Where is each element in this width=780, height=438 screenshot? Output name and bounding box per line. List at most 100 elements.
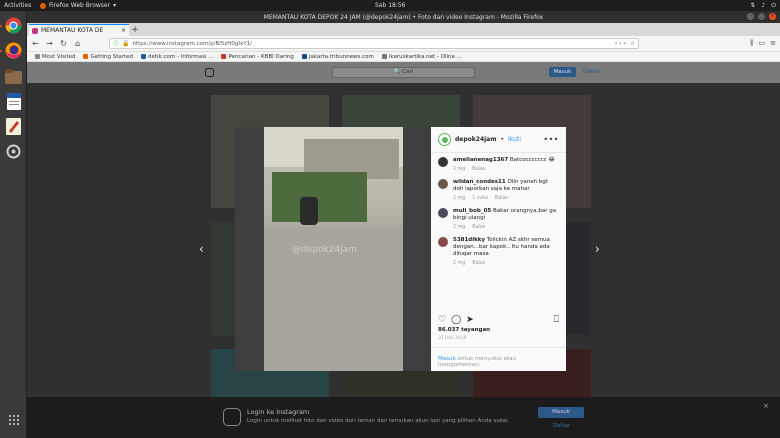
comments-list: amelianenag1367 Batcoccccccc 😂 2 mg Balas… — [431, 153, 566, 315]
bookmark-label: jakarta.tribunnews.com — [308, 53, 374, 60]
bookmark-item[interactable]: Pencarian - KBBI Daring — [221, 53, 294, 60]
avatar[interactable] — [438, 157, 448, 167]
activities-button[interactable]: Activities — [0, 2, 40, 9]
comment-time[interactable]: 2 mg — [453, 225, 465, 230]
reload-button[interactable]: ↻ — [59, 39, 68, 48]
instagram-logo-icon[interactable] — [205, 68, 214, 77]
bookmark-item[interactable]: Most Visited — [35, 54, 75, 60]
bookmark-label: Pencarian - KBBI Daring — [228, 53, 294, 60]
post-header: depok24jam • Ikuti ••• — [431, 127, 566, 153]
banner-login-button[interactable]: Masuk — [538, 407, 584, 418]
bookmarks-toolbar: Most Visited Getting Started detik.com -… — [27, 52, 780, 62]
previous-post-arrow-icon[interactable]: ‹ — [199, 242, 204, 256]
comment-text: Batcoccccccc 😂 — [509, 157, 555, 163]
system-tray[interactable]: ⇅ ♪ ⏻ — [750, 2, 776, 10]
new-tab-button[interactable]: + — [129, 24, 141, 36]
tab-strip: MEMANTAU KOTA DE × + — [27, 23, 780, 36]
avatar[interactable] — [438, 133, 451, 146]
bookmark-label: Getting Started — [90, 53, 134, 60]
show-applications-icon[interactable] — [3, 409, 24, 430]
avatar[interactable] — [438, 237, 448, 247]
reply-link[interactable]: Balas — [472, 225, 485, 230]
reply-link[interactable]: Balas — [472, 261, 485, 266]
bookmark-item[interactable]: Getting Started — [83, 54, 133, 60]
heart-icon[interactable]: ♡ — [438, 315, 446, 325]
close-icon[interactable]: × — [763, 402, 769, 410]
back-button[interactable]: ← — [31, 39, 40, 48]
bookmark-star-icon[interactable]: ☆ — [630, 41, 635, 47]
writer-launcher-icon[interactable] — [3, 91, 24, 112]
bookmark-item[interactable]: detik.com - Informasi ... — [141, 54, 213, 60]
reply-link[interactable]: Balas — [472, 167, 485, 172]
header-login-button[interactable]: Masuk — [549, 67, 576, 77]
close-button[interactable]: × — [769, 13, 776, 20]
post-username[interactable]: depok24jam — [455, 136, 496, 143]
firefox-launcher-icon[interactable] — [3, 40, 24, 61]
comment-username[interactable]: amelianenag1367 — [453, 157, 508, 163]
comment-item: wildan_condes11 Olin yaneh bgt doh lapor… — [438, 179, 559, 201]
search-input[interactable]: 🔍 Cari — [332, 67, 475, 78]
video-watermark: @depok24jam — [292, 245, 357, 255]
chevron-down-icon: ▾ — [113, 2, 117, 9]
comment-username[interactable]: 5381dikky — [453, 237, 485, 243]
comment-time[interactable]: 2 mg — [453, 167, 465, 172]
comment-item: 5381dikky Tolickin AZ skhr semua dengan.… — [438, 237, 559, 266]
site-favicon-icon — [221, 54, 227, 59]
site-favicon-icon — [381, 54, 387, 59]
running-indicator — [0, 25, 2, 27]
sidebar-icon[interactable]: ▭ — [759, 39, 766, 48]
banner-signup-link[interactable]: Daftar — [553, 423, 570, 429]
settings-launcher-icon[interactable] — [3, 141, 24, 162]
search-placeholder: Cari — [402, 69, 414, 75]
comment-username[interactable]: muli_bob_05 — [453, 208, 491, 214]
comment-username[interactable]: wildan_condes11 — [453, 179, 506, 185]
window-titlebar[interactable]: MEMANTAU KOTA DEPOK 24 JAM (@depok24jam)… — [27, 11, 780, 23]
firefox-window: MEMANTAU KOTA DEPOK 24 JAM (@depok24jam)… — [27, 11, 780, 438]
home-button[interactable]: ⌂ — [73, 39, 82, 48]
running-indicator — [0, 50, 2, 52]
next-post-arrow-icon[interactable]: › — [595, 242, 600, 256]
comment-likes[interactable]: 1 suka — [472, 196, 488, 201]
bookmark-label: ikaruskartika.net - Olina ... — [388, 53, 462, 60]
power-icon: ⏻ — [771, 1, 776, 9]
banner-subtitle: Login untuk melihat foto dan video dari … — [247, 418, 510, 424]
tab-instagram[interactable]: MEMANTAU KOTA DE × — [29, 24, 129, 36]
instagram-logo-icon — [223, 408, 241, 426]
instagram-favicon-icon — [32, 27, 38, 34]
bookmark-icon[interactable]: ⎕ — [554, 315, 559, 325]
lock-icon[interactable]: 🔒 — [122, 40, 129, 47]
maximize-button[interactable]: □ — [758, 13, 765, 20]
minimize-button[interactable]: – — [747, 13, 754, 20]
bookmark-item[interactable]: jakarta.tribunnews.com — [301, 53, 374, 60]
reply-link[interactable]: Balas — [495, 196, 508, 201]
comment-time[interactable]: 2 mg — [453, 261, 465, 266]
info-icon[interactable]: ⓘ — [113, 39, 119, 48]
page-actions-icon[interactable]: ••• — [614, 41, 627, 47]
comment-time[interactable]: 2 mg — [453, 196, 465, 201]
forward-button[interactable]: → — [45, 39, 54, 48]
share-icon[interactable]: ➤ — [466, 315, 474, 325]
view-count[interactable]: 86.037 tayangan — [438, 327, 490, 333]
close-tab-icon[interactable]: × — [121, 27, 126, 34]
files-launcher-icon[interactable] — [3, 66, 24, 87]
hamburger-menu-icon[interactable]: ≡ — [770, 39, 776, 48]
comment-icon[interactable]: ◯ — [451, 315, 461, 325]
video-frame-banner — [272, 172, 367, 222]
site-favicon-icon — [301, 54, 307, 59]
library-icon[interactable]: ⫼ — [750, 39, 753, 48]
login-prompt: Masuk untuk menyukai atau mengomentari. — [431, 347, 566, 371]
avatar[interactable] — [438, 179, 448, 189]
url-bar[interactable]: ⓘ 🔒 https://www.instagram.com/p/Bl5zH0gI… — [109, 38, 639, 49]
bookmark-label: Most Visited — [42, 53, 76, 60]
bookmark-item[interactable]: ikaruskartika.net - Olina ... — [381, 53, 462, 60]
avatar[interactable] — [438, 208, 448, 218]
text-editor-launcher-icon[interactable] — [3, 116, 24, 137]
header-signup-link[interactable]: Daftar — [583, 67, 600, 77]
app-menu[interactable]: Firefox Web Browser ▾ — [40, 2, 116, 9]
more-options-icon[interactable]: ••• — [543, 135, 559, 144]
post-video[interactable]: @depok24jam — [264, 127, 403, 371]
site-favicon-icon — [141, 54, 147, 59]
clock[interactable]: Sab 18:56 — [375, 2, 406, 9]
follow-button[interactable]: Ikuti — [508, 136, 521, 143]
chrome-launcher-icon[interactable] — [3, 15, 24, 36]
